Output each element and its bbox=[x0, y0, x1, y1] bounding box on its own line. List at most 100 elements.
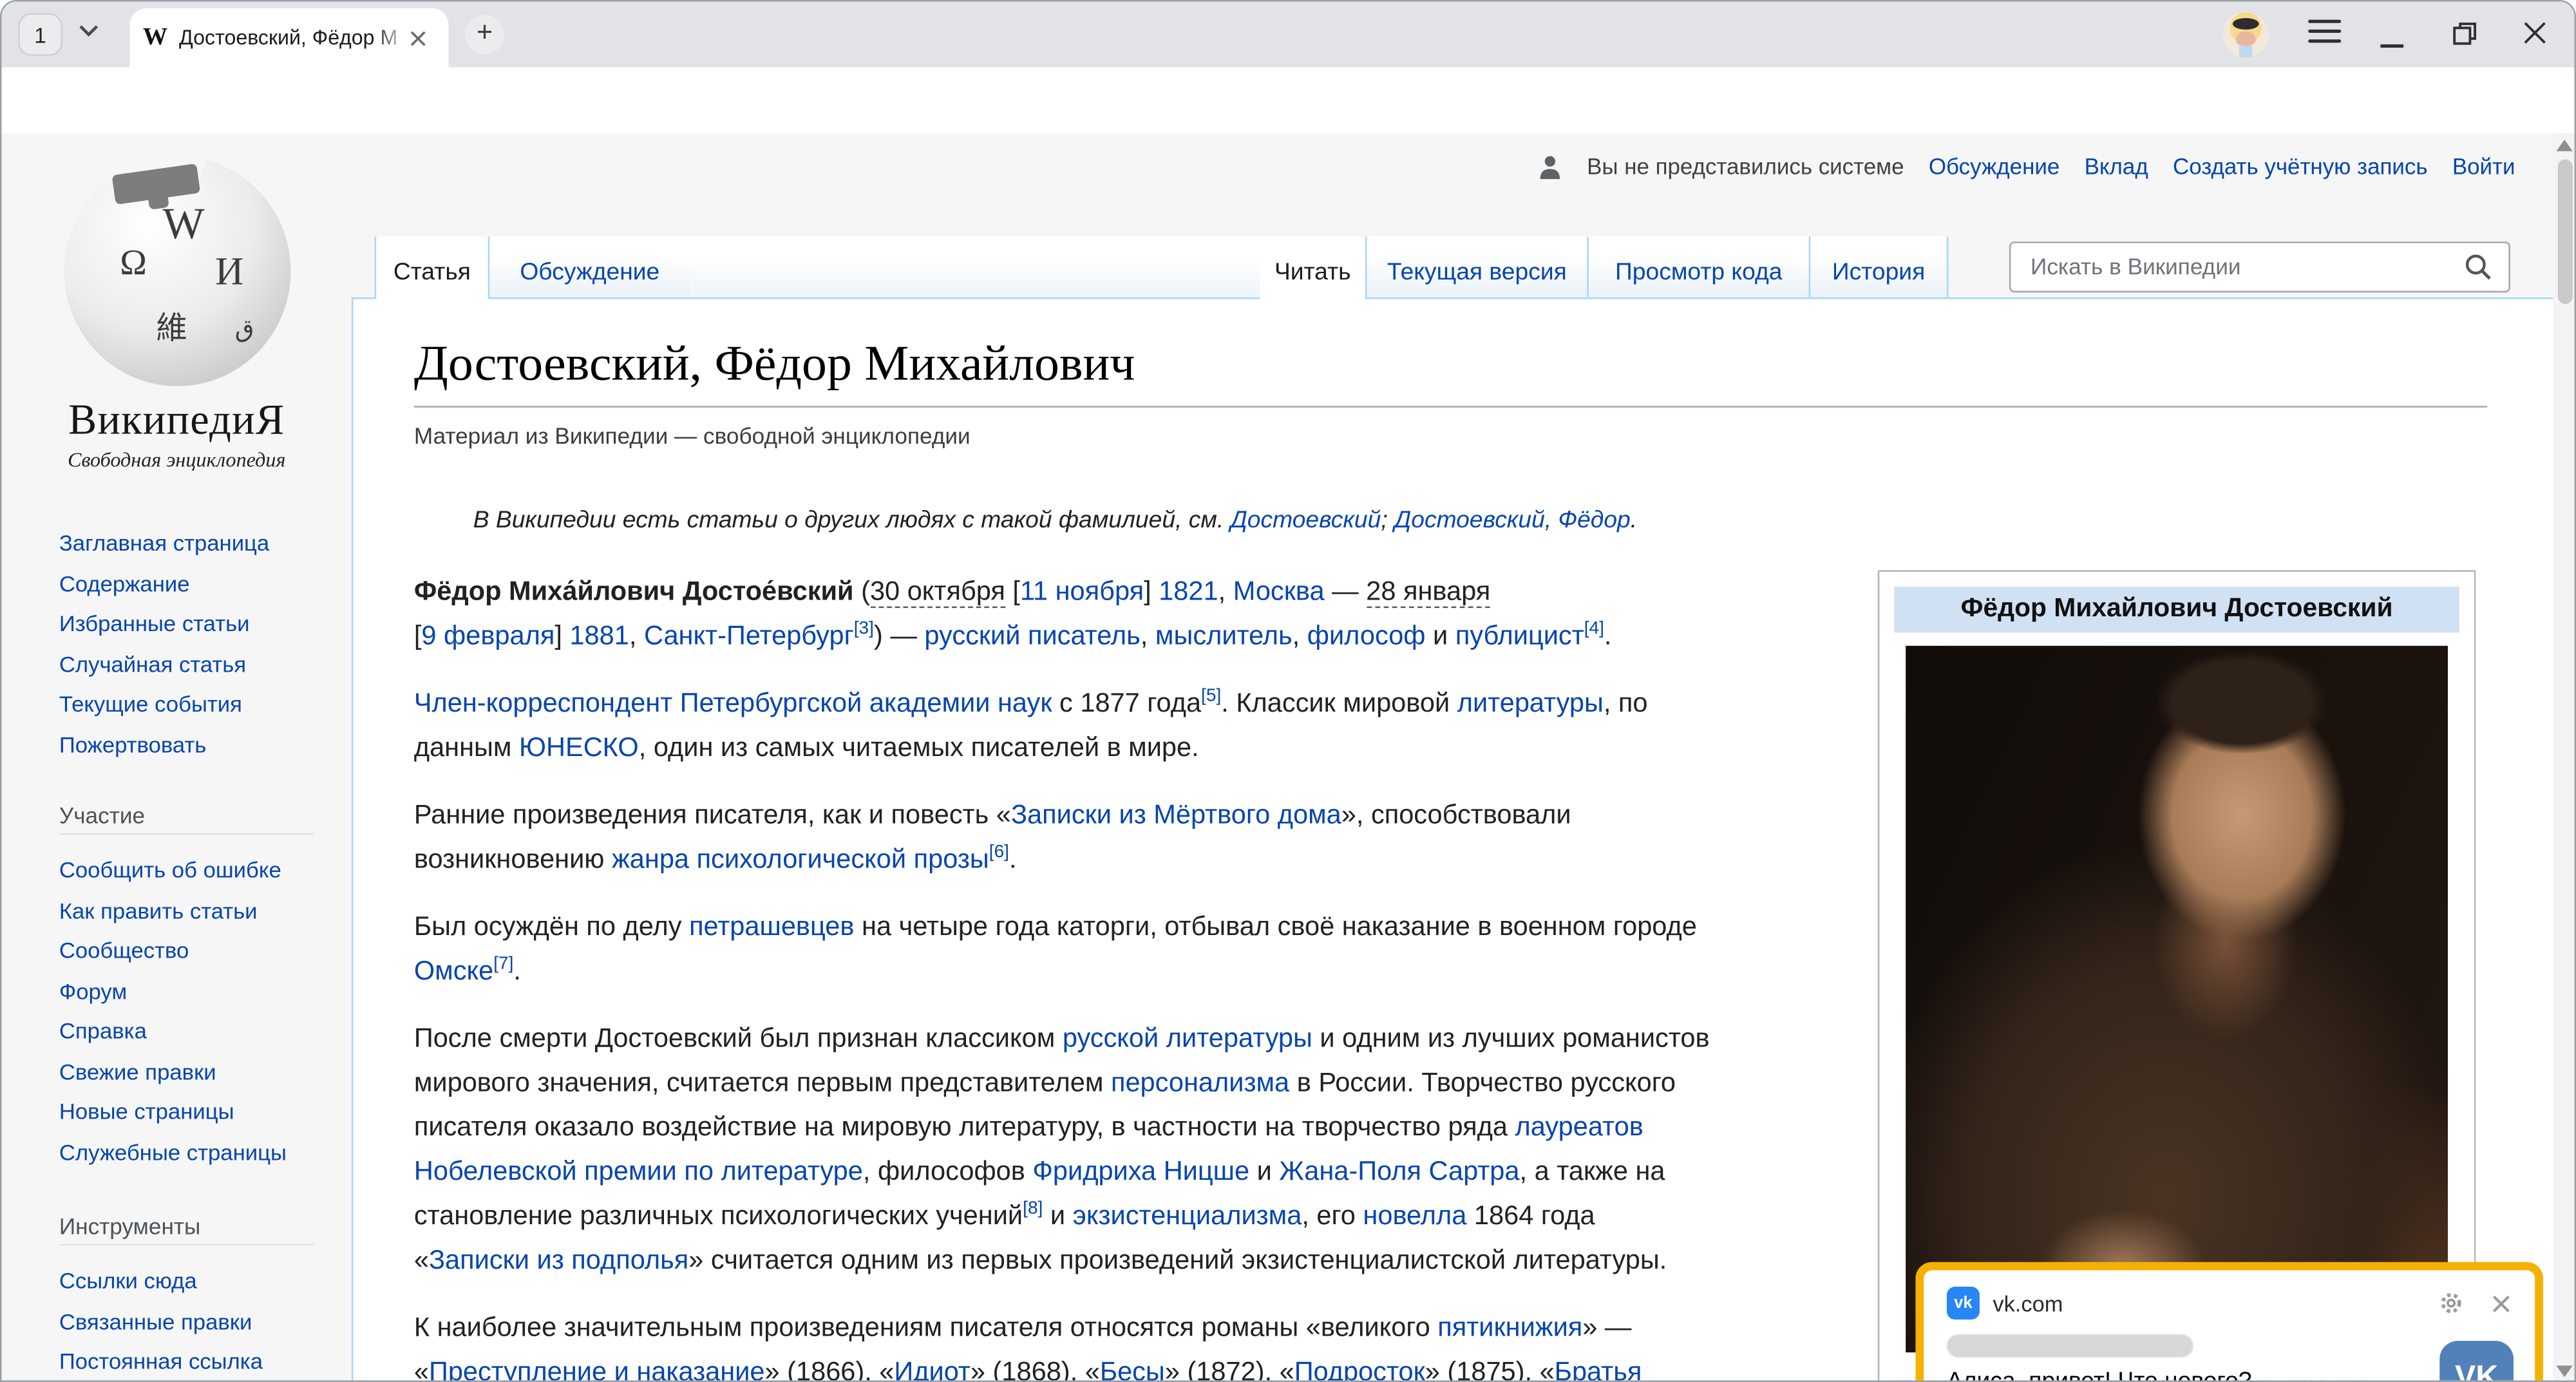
wikipedia-globe-logo[interactable]: W Ω И 維 ق bbox=[64, 156, 290, 386]
inline-link[interactable]: Москва bbox=[1233, 577, 1325, 607]
inline-link[interactable]: Записки из Мёртвого дома bbox=[1011, 800, 1341, 830]
scroll-up-icon[interactable] bbox=[2556, 140, 2573, 151]
text-segment: в России. Творчество русского bbox=[1289, 1068, 1676, 1098]
scroll-down-icon[interactable] bbox=[2556, 1365, 2573, 1377]
new-tab-button[interactable]: + bbox=[465, 15, 504, 54]
personal-link-contribs[interactable]: Вклад bbox=[2085, 155, 2148, 179]
inline-link[interactable]: Член-корреспондент Петербургской академи… bbox=[414, 688, 1052, 718]
browser-tab[interactable]: W Достоевский, Фёдор М bbox=[130, 8, 449, 68]
sidebar-link[interactable]: Случайная статья bbox=[59, 653, 352, 676]
chevron-down-icon[interactable] bbox=[77, 23, 100, 40]
inline-link[interactable]: русский писатель bbox=[924, 621, 1140, 651]
text-segment: , bbox=[1218, 577, 1233, 607]
inline-link[interactable]: русской литературы bbox=[1063, 1024, 1312, 1054]
sidebar-link[interactable]: Справка bbox=[59, 1021, 352, 1044]
inline-link[interactable]: 11 ноября bbox=[1020, 577, 1144, 607]
search-icon[interactable] bbox=[2465, 253, 2492, 281]
sidebar-link[interactable]: Сообщество bbox=[59, 940, 352, 963]
inline-link[interactable]: Преступление и наказание bbox=[429, 1358, 765, 1382]
tab-current-version[interactable]: Текущая версия bbox=[1365, 236, 1587, 299]
inline-link[interactable]: новелла bbox=[1363, 1201, 1466, 1231]
inline-link[interactable]: Фридриха Ницше bbox=[1032, 1157, 1249, 1186]
text-segment: мирового значения, считается первым пред… bbox=[414, 1068, 1111, 1098]
inline-link[interactable]: [4] bbox=[1584, 619, 1604, 639]
tab-view-source[interactable]: Просмотр кода bbox=[1587, 236, 1808, 299]
sidebar-heading-participation: Участие bbox=[59, 804, 314, 835]
wikipedia-wordmark[interactable]: ВикипедиЯ bbox=[2, 396, 352, 446]
sidebar-link[interactable]: Избранные статьи bbox=[59, 613, 352, 636]
sidebar-link[interactable]: Содержание bbox=[59, 573, 352, 596]
minimize-button[interactable] bbox=[2380, 44, 2403, 48]
scrollbar-thumb[interactable] bbox=[2558, 160, 2573, 305]
sidebar-link[interactable]: Текущие события bbox=[59, 694, 352, 717]
text-segment: ) — bbox=[874, 621, 924, 651]
sidebar-link[interactable]: Заглавная страница bbox=[59, 533, 352, 556]
inline-link[interactable]: Достоевский, Фёдор bbox=[1394, 507, 1631, 534]
tab-bar: 1 W Достоевский, Фёдор М + bbox=[2, 2, 2576, 68]
inline-link[interactable]: [5] bbox=[1201, 686, 1221, 706]
inline-link[interactable]: 1821 bbox=[1159, 577, 1218, 607]
sidebar-link[interactable]: Служебные страницы bbox=[59, 1141, 352, 1164]
text-segment: После смерти Достоевский был признан кла… bbox=[414, 1024, 1063, 1054]
inline-link[interactable]: [7] bbox=[493, 954, 513, 974]
page-scrollbar[interactable] bbox=[2553, 133, 2576, 1382]
inline-link[interactable]: Санкт-Петербург bbox=[644, 621, 854, 651]
inline-link[interactable]: Братья bbox=[1555, 1358, 1642, 1382]
personal-link-createaccount[interactable]: Создать учётную запись bbox=[2173, 155, 2428, 179]
inline-link[interactable]: публицист bbox=[1455, 621, 1584, 651]
inline-link[interactable]: Достоевский bbox=[1231, 507, 1381, 534]
inline-link[interactable]: 1881 bbox=[569, 621, 629, 651]
inline-link[interactable]: мыслитель bbox=[1155, 621, 1293, 651]
sidebar-link[interactable]: Сообщить об ошибке bbox=[59, 860, 352, 883]
address-bar: Я ru.wikipedia.org Достоевский, Фёдор Ми… bbox=[2, 68, 2576, 133]
inline-link[interactable]: Жана-Поля Сартра bbox=[1279, 1157, 1519, 1186]
tab-talk[interactable]: Обсуждение bbox=[488, 236, 690, 299]
inline-link[interactable]: [3] bbox=[854, 619, 874, 639]
popup-close-icon[interactable] bbox=[2490, 1292, 2512, 1314]
anon-notice: Вы не представились системе bbox=[1587, 155, 1904, 179]
text-segment: , философов bbox=[863, 1157, 1032, 1186]
popup-settings-icon[interactable] bbox=[2438, 1290, 2465, 1316]
sidebar-link[interactable]: Пожертвовать bbox=[59, 734, 352, 757]
menu-icon[interactable] bbox=[2308, 20, 2341, 46]
inline-link[interactable]: петрашевцев bbox=[689, 912, 854, 942]
inline-link[interactable]: лауреатов bbox=[1515, 1113, 1643, 1142]
inline-link[interactable]: философ bbox=[1307, 621, 1426, 651]
close-window-button[interactable] bbox=[2522, 20, 2548, 46]
tab-counter-button[interactable]: 1 bbox=[18, 13, 62, 55]
restore-window-button[interactable] bbox=[2453, 21, 2477, 46]
inline-link[interactable]: Омске bbox=[414, 956, 493, 986]
personal-link-talk[interactable]: Обсуждение bbox=[1929, 155, 2060, 179]
inline-link[interactable]: пятикнижия bbox=[1437, 1313, 1582, 1343]
sidebar-link[interactable]: Свежие правки bbox=[59, 1061, 352, 1084]
inline-link[interactable]: литературы bbox=[1457, 688, 1604, 718]
inline-link[interactable]: жанра психологической прозы bbox=[612, 845, 989, 875]
alice-avatar[interactable] bbox=[2223, 12, 2269, 57]
inline-link[interactable]: [8] bbox=[1023, 1199, 1043, 1219]
inline-link[interactable]: экзистенциализма bbox=[1073, 1201, 1302, 1231]
inline-link[interactable]: 9 февраля bbox=[421, 621, 554, 651]
tab-close-icon[interactable] bbox=[409, 29, 427, 47]
sidebar-link[interactable]: Новые страницы bbox=[59, 1101, 352, 1124]
search-input[interactable] bbox=[2027, 253, 2465, 281]
sidebar-link[interactable]: Как править статьи bbox=[59, 900, 352, 923]
inline-link[interactable]: персонализма bbox=[1111, 1068, 1289, 1098]
inline-link[interactable]: ЮНЕСКО bbox=[519, 733, 639, 762]
tab-history[interactable]: История bbox=[1809, 236, 1949, 299]
dostoevsky-portrait-image[interactable] bbox=[1906, 646, 2448, 1352]
inline-link[interactable]: [6] bbox=[989, 842, 1009, 862]
sidebar-link[interactable]: Постоянная ссылка bbox=[59, 1350, 352, 1374]
personal-link-login[interactable]: Войти bbox=[2452, 155, 2515, 179]
sidebar-link[interactable]: Связанные правки bbox=[59, 1311, 352, 1334]
inline-link[interactable]: Записки из подполья bbox=[429, 1245, 688, 1275]
tab-read[interactable]: Читать bbox=[1260, 236, 1365, 299]
tab-article[interactable]: Статья bbox=[375, 236, 488, 299]
text-segment: . Классик мировой bbox=[1221, 688, 1457, 718]
sidebar-link[interactable]: Форум bbox=[59, 980, 352, 1003]
inline-link[interactable]: Нобелевской премии по литературе bbox=[414, 1157, 863, 1186]
inline-link[interactable]: Подросток bbox=[1294, 1358, 1425, 1382]
sidebar-link[interactable]: Ссылки сюда bbox=[59, 1270, 352, 1293]
inline-link[interactable]: Бесы bbox=[1100, 1358, 1165, 1382]
inline-link[interactable]: Идиот bbox=[894, 1358, 971, 1382]
text-segment: ] bbox=[1144, 577, 1159, 607]
